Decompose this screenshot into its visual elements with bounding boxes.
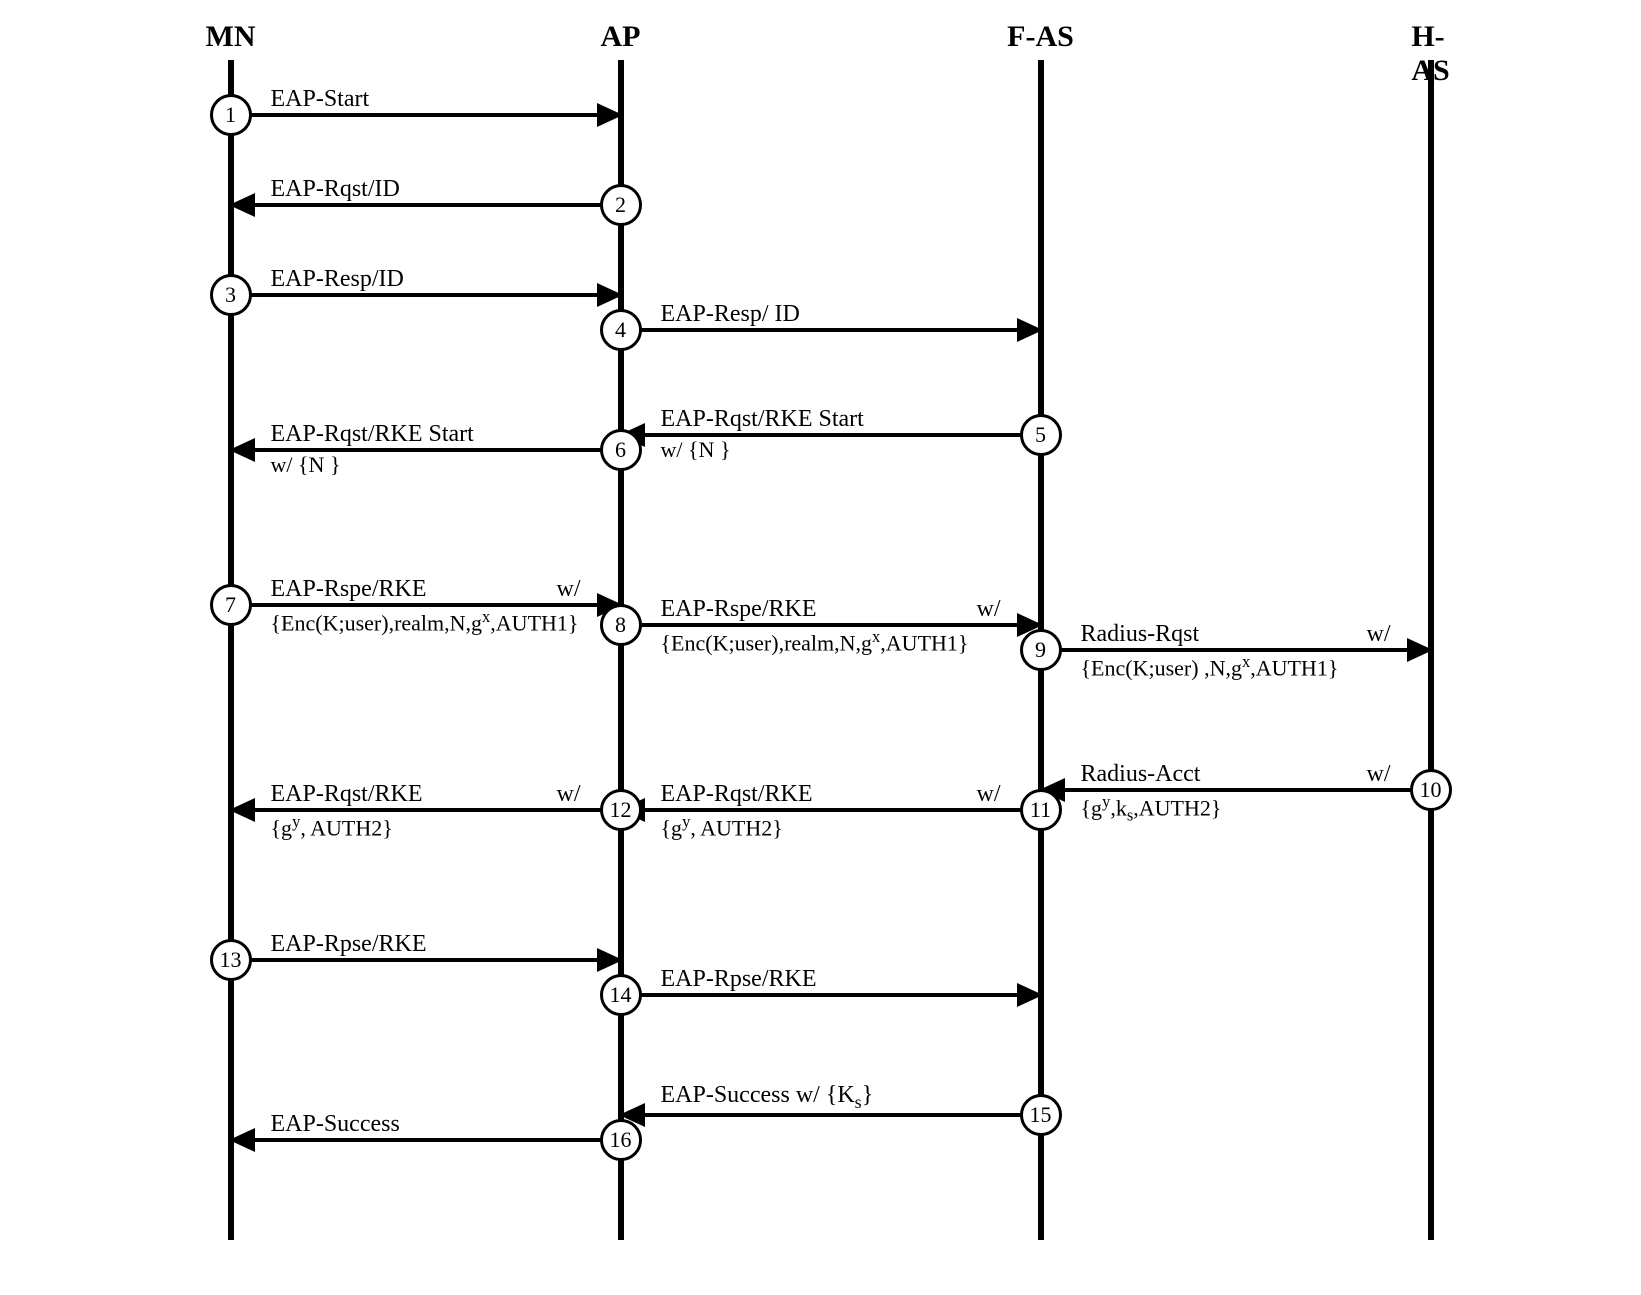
message-step-1: EAP-Start xyxy=(231,85,621,145)
participant-label-fas: F-AS xyxy=(1007,20,1074,54)
step-number-5: 5 xyxy=(1020,414,1062,456)
message-label: EAP-Rspe/RKEw/ xyxy=(231,576,621,603)
message-step-14: EAP-Rpse/RKE xyxy=(621,965,1041,1025)
message-step-15: EAP-Success w/ {Ks} xyxy=(621,1085,1041,1145)
message-step-2: EAP-Rqst/ID xyxy=(231,175,621,235)
participant-label-mn: MN xyxy=(206,20,256,54)
step-number-14: 14 xyxy=(600,974,642,1016)
message-label: EAP-Success xyxy=(231,1111,621,1138)
message-label: EAP-Rpse/RKE xyxy=(621,966,1041,993)
message-step-13: EAP-Rpse/RKE xyxy=(231,930,621,990)
step-number-15: 15 xyxy=(1020,1094,1062,1136)
message-label: EAP-Success w/ {Ks} xyxy=(621,1082,1041,1113)
message-label: Radius-Acctw/ xyxy=(1041,761,1431,788)
step-number-1: 1 xyxy=(210,94,252,136)
lifeline-mn xyxy=(228,60,234,1240)
step-number-3: 3 xyxy=(210,274,252,316)
step-number-10: 10 xyxy=(1410,769,1452,811)
message-label: EAP-Resp/ ID xyxy=(621,301,1041,328)
message-sublabel: w/ {N } xyxy=(231,452,621,478)
message-label: EAP-Resp/ID xyxy=(231,266,621,293)
participant-label-ap: AP xyxy=(601,20,641,54)
step-number-16: 16 xyxy=(600,1119,642,1161)
message-label: EAP-Rqst/RKEw/ xyxy=(231,781,621,808)
message-step-10: Radius-Acctw/{gy,ks,AUTH2} xyxy=(1041,760,1431,820)
message-step-9: Radius-Rqstw/ {Enc(K;user) ,N,gx,AUTH1} xyxy=(1041,620,1431,680)
message-sublabel: {Enc(K;user),realm,N,gx,AUTH1} xyxy=(621,627,1041,656)
message-sublabel: {Enc(K;user),realm,N,gx,AUTH1} xyxy=(231,607,621,636)
message-label: EAP-Rpse/RKE xyxy=(231,931,621,958)
step-number-4: 4 xyxy=(600,309,642,351)
message-step-8: EAP-Rspe/RKEw/ {Enc(K;user),realm,N,gx,AU… xyxy=(621,595,1041,655)
message-label: EAP-Rspe/RKEw/ xyxy=(621,596,1041,623)
step-number-9: 9 xyxy=(1020,629,1062,671)
message-label: EAP-Rqst/RKE Start xyxy=(621,406,1041,433)
step-number-7: 7 xyxy=(210,584,252,626)
message-sublabel: {Enc(K;user) ,N,gx,AUTH1} xyxy=(1041,652,1431,681)
message-label: EAP-Rqst/ID xyxy=(231,176,621,203)
message-label: EAP-Rqst/RKEw/ xyxy=(621,781,1041,808)
message-step-7: EAP-Rspe/RKEw/ {Enc(K;user),realm,N,gx,AU… xyxy=(231,575,621,635)
message-label: EAP-Rqst/RKE Start xyxy=(231,421,621,448)
message-step-6: EAP-Rqst/RKE Start w/ {N } xyxy=(231,420,621,480)
message-label: EAP-Start xyxy=(231,86,621,113)
message-label: Radius-Rqstw/ xyxy=(1041,621,1431,648)
message-step-5: EAP-Rqst/RKE Start w/ {N } xyxy=(621,405,1041,465)
message-sublabel: w/ {N } xyxy=(621,437,1041,463)
message-sublabel: {gy, AUTH2} xyxy=(231,812,621,841)
step-number-11: 11 xyxy=(1020,789,1062,831)
step-number-8: 8 xyxy=(600,604,642,646)
message-step-16: EAP-Success xyxy=(231,1110,621,1170)
step-number-12: 12 xyxy=(600,789,642,831)
message-step-12: EAP-Rqst/RKEw/ {gy, AUTH2} xyxy=(231,780,621,840)
message-step-4: EAP-Resp/ ID xyxy=(621,300,1041,360)
step-number-2: 2 xyxy=(600,184,642,226)
message-sublabel: {gy,ks,AUTH2} xyxy=(1041,792,1431,826)
step-number-13: 13 xyxy=(210,939,252,981)
step-number-6: 6 xyxy=(600,429,642,471)
message-step-11: EAP-Rqst/RKEw/ {gy, AUTH2} xyxy=(621,780,1041,840)
sequence-diagram: MNAPF-ASH-ASEAP-Start1EAP-Rqst/ID2EAP-Re… xyxy=(191,20,1451,1275)
message-step-3: EAP-Resp/ID xyxy=(231,265,621,325)
message-sublabel: {gy, AUTH2} xyxy=(621,812,1041,841)
